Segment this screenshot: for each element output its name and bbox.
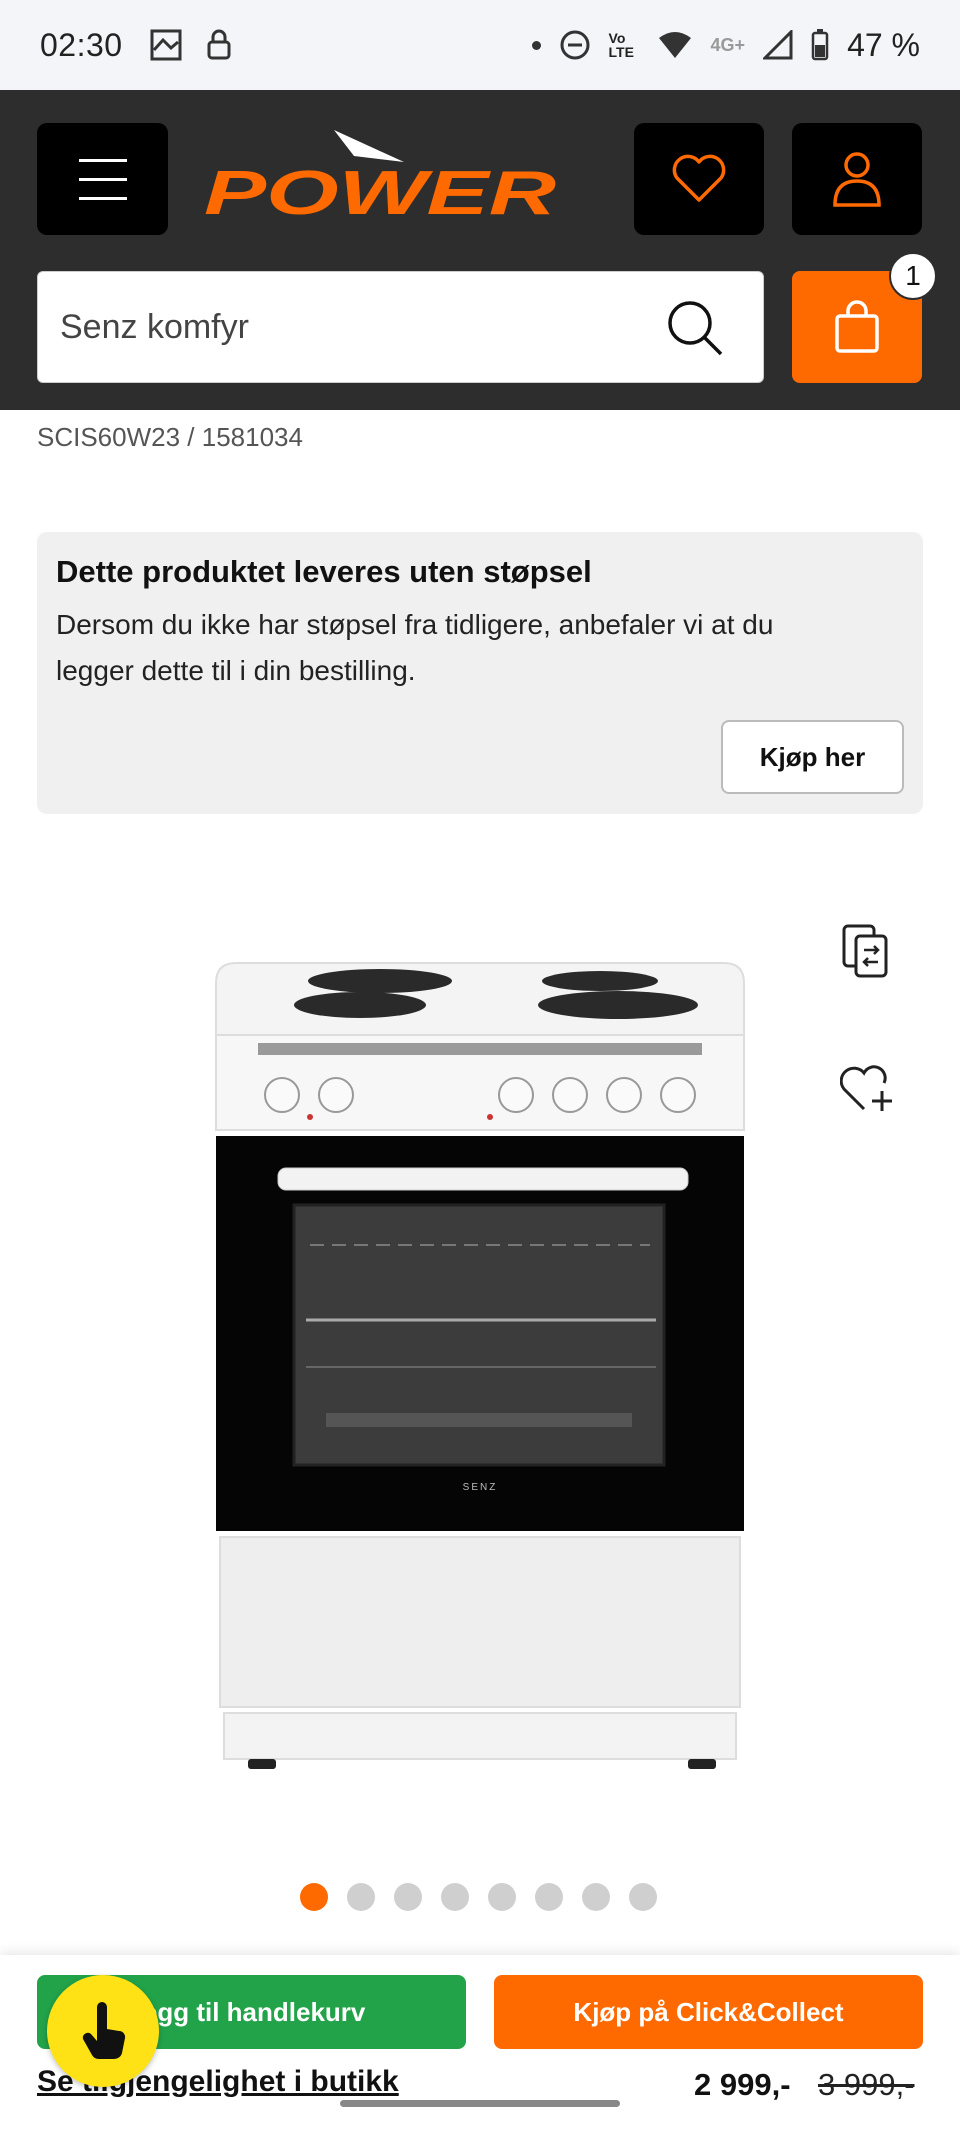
network-type: 4G+ (710, 34, 746, 55)
plug-notice-box: Dette produktet leveres uten støpsel Der… (37, 532, 923, 814)
hamburger-icon-line (78, 196, 127, 200)
carousel-dot[interactable] (394, 1883, 422, 1911)
notice-text: Dersom du ikke har støpsel fra tidligere… (56, 609, 774, 686)
logo-text: POWER (204, 159, 556, 226)
heart-icon (672, 154, 726, 202)
hamburger-icon (78, 158, 127, 162)
vpn-lock-icon (207, 29, 231, 60)
search-bar (37, 271, 764, 383)
help-button[interactable] (47, 1975, 159, 2087)
do-not-disturb-icon (560, 30, 590, 60)
account-button[interactable] (792, 123, 922, 235)
hamburger-icon-line (78, 177, 127, 181)
carousel-dot[interactable] (347, 1883, 375, 1911)
carousel-dot[interactable] (488, 1883, 516, 1911)
carousel-dot[interactable] (582, 1883, 610, 1911)
buy-plug-button[interactable]: Kjøp her (721, 720, 904, 794)
compare-icon[interactable] (840, 922, 894, 982)
home-indicator[interactable] (340, 2100, 620, 2107)
product-image-stove[interactable]: SENZ (210, 955, 750, 1795)
add-to-wishlist-icon[interactable] (840, 1065, 896, 1115)
volte-icon: Vo LTE (608, 30, 634, 60)
menu-button[interactable] (37, 123, 168, 235)
carousel-dot[interactable] (441, 1883, 469, 1911)
oven-brand-label: SENZ (463, 1482, 498, 1493)
notice-title: Dette produktet leveres uten støpsel (56, 554, 592, 589)
notification-dot (531, 40, 541, 50)
battery-icon (811, 29, 829, 61)
site-header: POWER 1 (0, 90, 960, 410)
shopping-bag-icon (835, 300, 879, 353)
status-time: 02:30 (40, 26, 123, 63)
current-price: 2 999,- (694, 2067, 791, 2102)
status-bar: 02:30 Vo LTE 4G+ 47 % (0, 0, 960, 90)
wifi-icon (658, 32, 691, 58)
carousel-dot[interactable] (300, 1883, 328, 1911)
battery-level: 47 % (847, 26, 920, 63)
search-input[interactable] (38, 307, 638, 347)
favorites-button[interactable] (634, 123, 764, 235)
power-logo[interactable]: POWER (204, 126, 559, 226)
user-icon (833, 152, 881, 207)
product-sku: SCIS60W23 / 1581034 (37, 422, 303, 452)
pointing-hand-icon (82, 2002, 126, 2060)
gallery-notification-icon (150, 29, 182, 61)
click-and-collect-button[interactable]: Kjøp på Click&Collect (494, 1975, 923, 2049)
image-carousel-dots (300, 1883, 657, 1911)
search-icon[interactable] (665, 298, 725, 358)
carousel-dot[interactable] (535, 1883, 563, 1911)
signal-icon (763, 30, 793, 60)
cart-count-badge: 1 (889, 252, 937, 300)
previous-price: 3 999,- (818, 2067, 915, 2102)
carousel-dot[interactable] (629, 1883, 657, 1911)
